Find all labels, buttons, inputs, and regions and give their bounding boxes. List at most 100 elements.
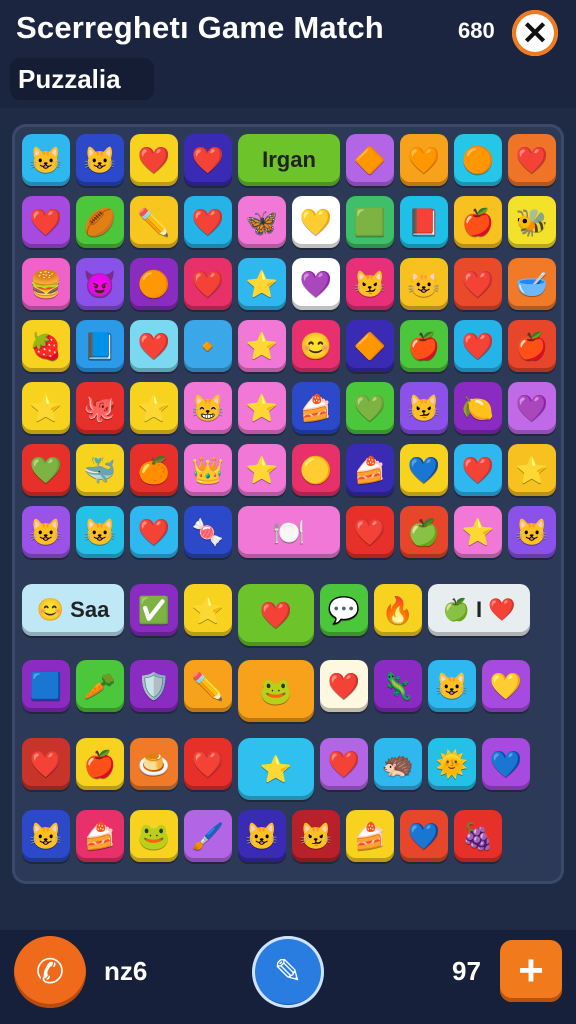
phone-button[interactable]: ✆ — [14, 936, 86, 1008]
game-tile[interactable]: ⭐ — [508, 444, 556, 496]
game-tile[interactable]: 🍇 — [454, 810, 502, 862]
game-tile[interactable]: 🐸 — [238, 660, 314, 722]
game-tile[interactable]: 🍰 — [76, 810, 124, 862]
game-tile[interactable]: ❤️ — [346, 506, 394, 558]
game-tile[interactable]: ⭐ — [238, 320, 286, 372]
game-tile[interactable]: 💙 — [400, 810, 448, 862]
game-tile[interactable]: 🛡️ — [130, 660, 178, 712]
game-tile[interactable]: 🍮 — [130, 738, 178, 790]
game-tile[interactable]: 🦔 — [374, 738, 422, 790]
game-tile[interactable]: 🍊 — [130, 444, 178, 496]
game-tile[interactable]: 😺 — [76, 506, 124, 558]
game-tile[interactable]: 🍎 — [76, 738, 124, 790]
game-tile[interactable]: 💙 — [400, 444, 448, 496]
game-tile[interactable]: ❤️ — [238, 584, 314, 646]
game-tile[interactable]: ⭐ — [22, 382, 70, 434]
game-tile[interactable]: 😺 — [238, 810, 286, 862]
game-tile[interactable]: ⭐ — [238, 258, 286, 310]
game-tile[interactable]: 🔸 — [184, 320, 232, 372]
game-tile[interactable]: 🟦 — [22, 660, 70, 712]
game-tile[interactable]: ⭐ — [238, 382, 286, 434]
game-tile[interactable]: ❤️ — [130, 134, 178, 186]
game-tile[interactable]: 🟠 — [454, 134, 502, 186]
game-tile[interactable]: 😺 — [400, 258, 448, 310]
game-tile[interactable]: ❤️ — [454, 258, 502, 310]
game-tile[interactable]: 😺 — [22, 810, 70, 862]
game-tile[interactable]: 😺 — [22, 134, 70, 186]
game-tile[interactable]: 🥣 — [508, 258, 556, 310]
game-tile[interactable]: ✏️ — [130, 196, 178, 248]
game-tile[interactable]: ❤️ — [454, 320, 502, 372]
game-tile[interactable]: 🌞 — [428, 738, 476, 790]
game-tile[interactable]: 🖌️ — [184, 810, 232, 862]
game-tile[interactable]: 😼 — [292, 810, 340, 862]
game-tile[interactable]: ❤️ — [130, 506, 178, 558]
game-tile[interactable]: 📘 — [76, 320, 124, 372]
game-tile[interactable]: 🍎 — [400, 320, 448, 372]
game-tile[interactable]: 😺 — [76, 134, 124, 186]
game-tile[interactable]: 🏉 — [76, 196, 124, 248]
game-tile[interactable]: ❤️ — [130, 320, 178, 372]
game-tile[interactable]: 💙 — [482, 738, 530, 790]
game-tile[interactable]: 🍔 — [22, 258, 70, 310]
game-tile[interactable]: Irgan — [238, 134, 340, 186]
game-tile[interactable]: 🐳 — [76, 444, 124, 496]
game-tile[interactable]: ❤️ — [22, 196, 70, 248]
game-tile[interactable]: 🍋 — [454, 382, 502, 434]
game-tile[interactable]: ❤️ — [320, 660, 368, 712]
game-tile[interactable]: 😼 — [400, 382, 448, 434]
game-tile[interactable]: 💚 — [346, 382, 394, 434]
game-tile[interactable]: ❤️ — [184, 738, 232, 790]
game-tile[interactable]: ❤️ — [184, 196, 232, 248]
game-tile[interactable]: ⭐ — [130, 382, 178, 434]
game-tile[interactable]: 🍬 — [184, 506, 232, 558]
game-tile[interactable]: ⭐ — [184, 584, 232, 636]
game-tile[interactable]: 😊 Saa — [22, 584, 124, 636]
game-tile[interactable]: ⭐ — [238, 444, 286, 496]
game-tile[interactable]: 🦎 — [374, 660, 422, 712]
game-tile[interactable]: ✏️ — [184, 660, 232, 712]
game-tile[interactable]: 💜 — [292, 258, 340, 310]
game-tile[interactable]: ❤️ — [320, 738, 368, 790]
game-tile[interactable]: 🍰 — [346, 444, 394, 496]
game-tile[interactable]: 🍰 — [292, 382, 340, 434]
game-tile[interactable]: 🍽️ — [238, 506, 340, 558]
game-tile[interactable]: 😸 — [184, 382, 232, 434]
game-tile[interactable]: ❤️ — [454, 444, 502, 496]
game-tile[interactable]: 🟩 — [346, 196, 394, 248]
game-tile[interactable]: 💛 — [292, 196, 340, 248]
game-tile[interactable]: 🍎 — [508, 320, 556, 372]
game-tile[interactable]: ❤️ — [184, 134, 232, 186]
pencil-button[interactable]: ✎ — [252, 936, 324, 1008]
game-tile[interactable]: ❤️ — [184, 258, 232, 310]
game-tile[interactable]: 😊 — [292, 320, 340, 372]
game-tile[interactable]: 🍎 — [454, 196, 502, 248]
game-tile[interactable]: 🍰 — [346, 810, 394, 862]
game-tile[interactable]: 🍓 — [22, 320, 70, 372]
game-tile[interactable]: 🔥 — [374, 584, 422, 636]
game-tile[interactable]: ❤️ — [508, 134, 556, 186]
game-tile[interactable]: 💛 — [482, 660, 530, 712]
game-tile[interactable]: 🍏 — [400, 506, 448, 558]
close-button[interactable]: ✕ — [512, 10, 558, 56]
game-tile[interactable]: 🟡 — [292, 444, 340, 496]
game-tile[interactable]: 💬 — [320, 584, 368, 636]
game-tile[interactable]: 😈 — [76, 258, 124, 310]
game-tile[interactable]: ⭐ — [454, 506, 502, 558]
game-tile[interactable]: 🧡 — [400, 134, 448, 186]
game-tile[interactable]: 🦋 — [238, 196, 286, 248]
game-tile[interactable]: 😺 — [22, 506, 70, 558]
game-tile[interactable]: 🟠 — [130, 258, 178, 310]
game-tile[interactable]: 🍏 I ❤️ — [428, 584, 530, 636]
game-tile[interactable]: 😼 — [346, 258, 394, 310]
game-tile[interactable]: 🐙 — [76, 382, 124, 434]
game-tile[interactable]: 👑 — [184, 444, 232, 496]
game-tile[interactable]: 💜 — [508, 382, 556, 434]
game-tile[interactable]: ⭐ — [238, 738, 314, 800]
game-tile[interactable]: ✅ — [130, 584, 178, 636]
game-tile[interactable]: 🔶 — [346, 134, 394, 186]
game-tile[interactable]: 🥕 — [76, 660, 124, 712]
game-tile[interactable]: 🔶 — [346, 320, 394, 372]
game-tile[interactable]: 😺 — [508, 506, 556, 558]
game-tile[interactable]: 🐝 — [508, 196, 556, 248]
